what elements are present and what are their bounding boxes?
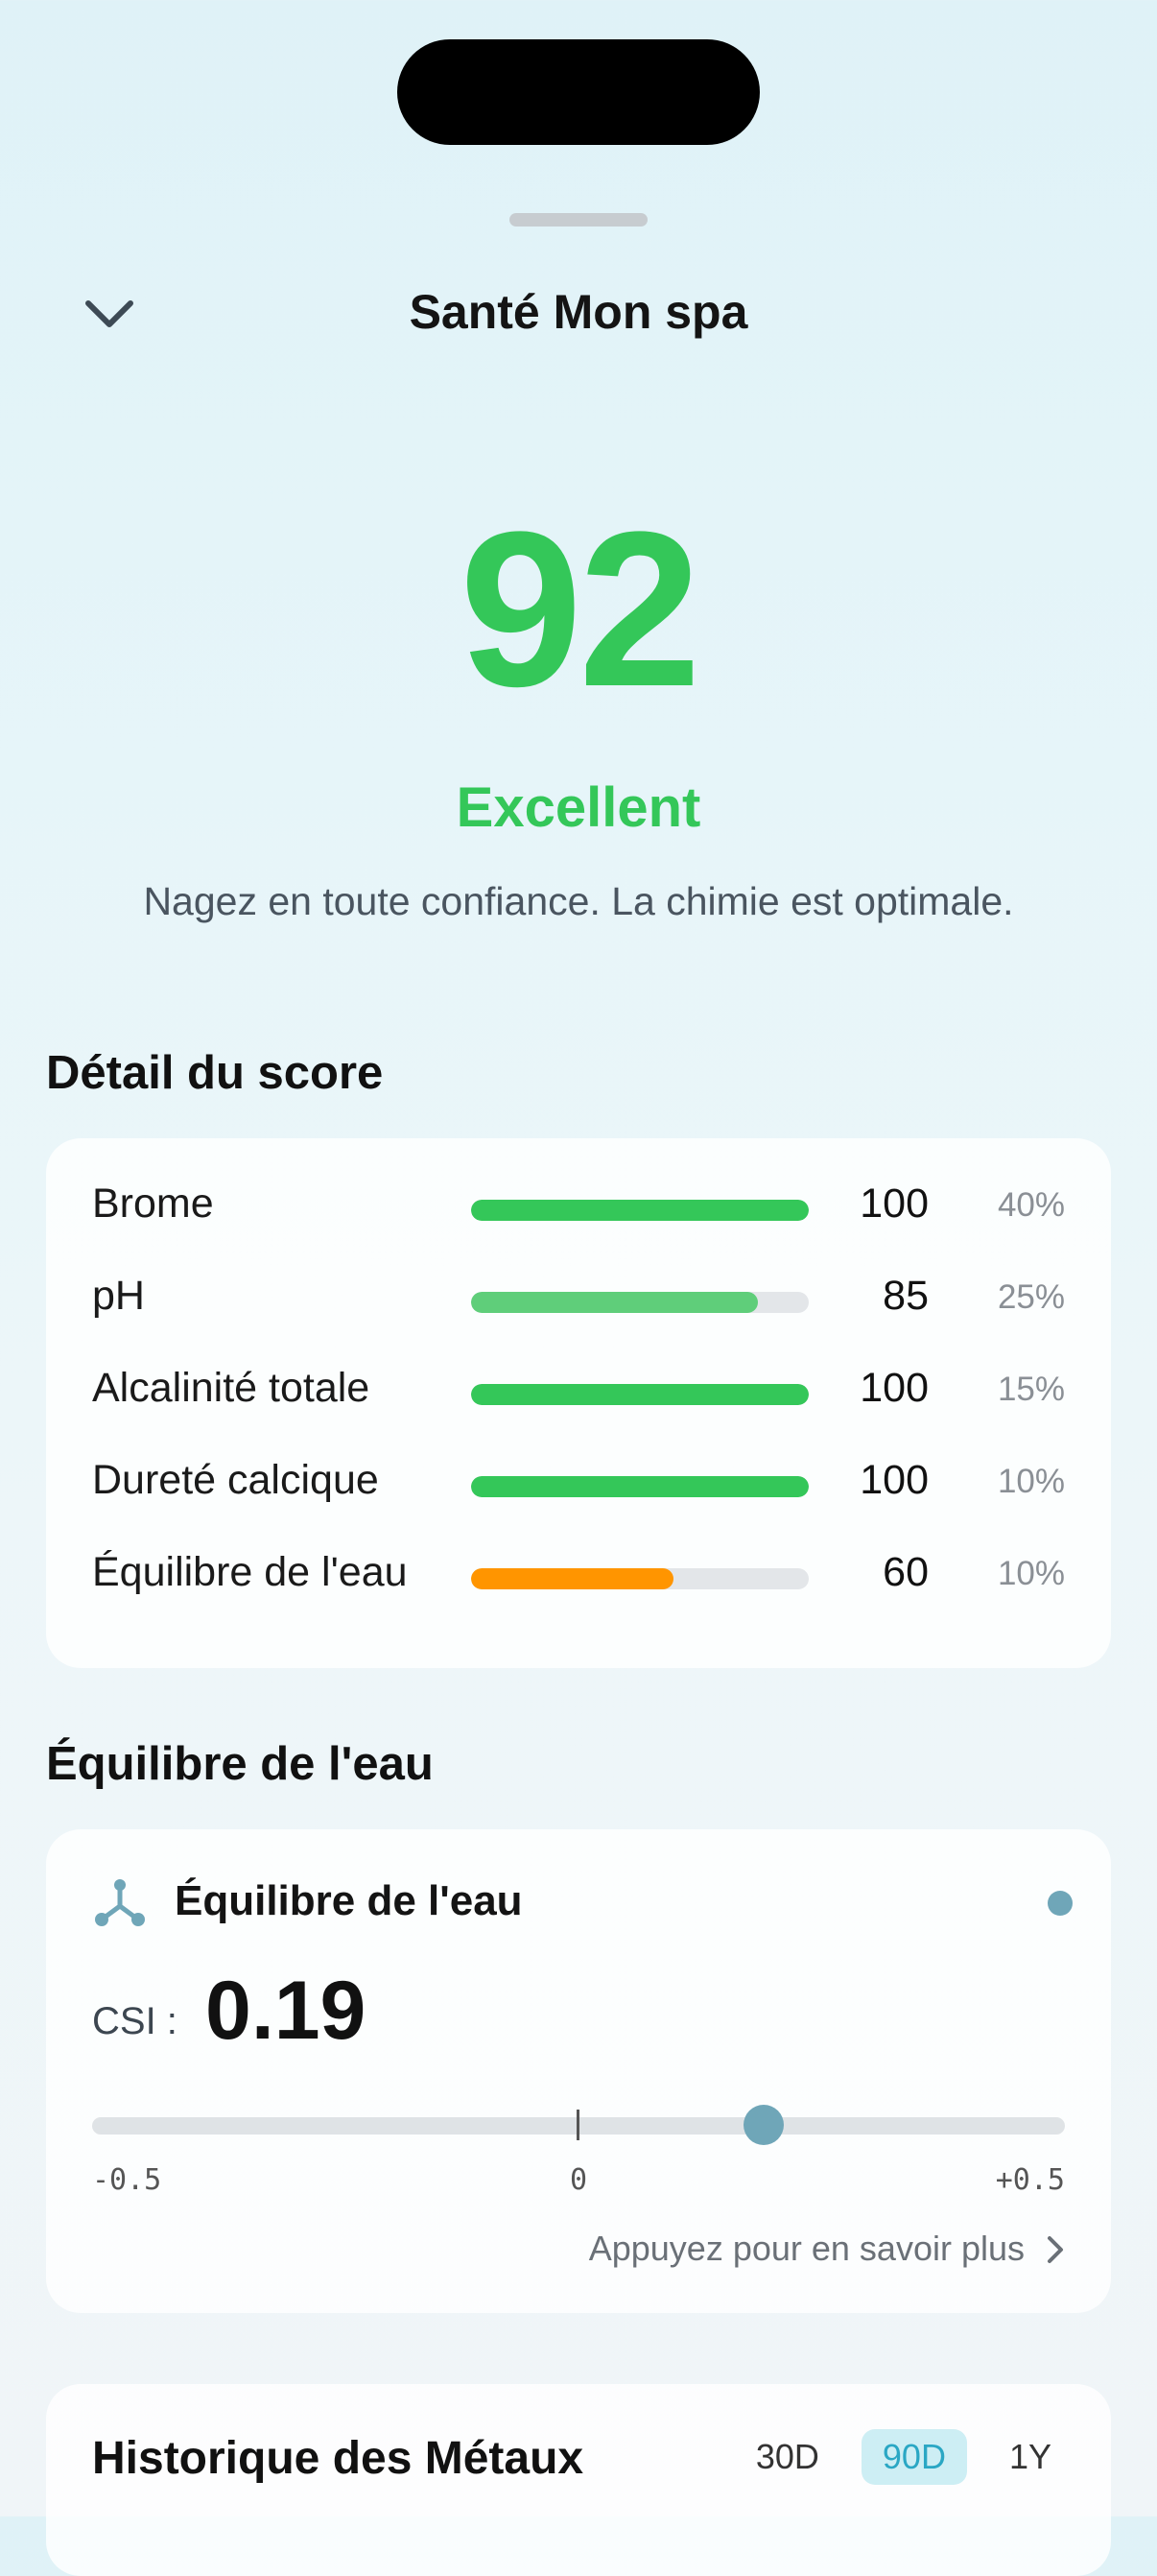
range-tab-90d[interactable]: 90D — [861, 2429, 967, 2485]
csi-indicator — [743, 2105, 784, 2145]
score-row-bar-fill — [471, 1292, 759, 1313]
score-row-weight: 10% — [997, 1463, 1065, 1500]
status-dot — [1048, 1891, 1073, 1916]
score-row-label: Brome — [92, 1181, 214, 1227]
score-row-value: 100 — [860, 1181, 929, 1227]
score-row-value: 100 — [860, 1457, 929, 1503]
page-title: Santé Mon spa — [409, 285, 748, 339]
metals-history-title: Historique des Métaux — [92, 2433, 584, 2484]
score-row-bar — [471, 1476, 809, 1497]
health-message: Nagez en toute confiance. La chimie est … — [143, 879, 1014, 923]
csi-value: 0.19 — [205, 1965, 366, 2057]
score-row-bar — [471, 1200, 809, 1221]
score-row-bar — [471, 1568, 809, 1589]
score-row-bar-fill — [471, 1384, 809, 1405]
metals-history-card: Historique des Métaux 30D 90D 1Y — [46, 2384, 1111, 2576]
score-row-label: Alcalinité totale — [92, 1365, 370, 1411]
score-row-weight: 15% — [997, 1371, 1065, 1408]
sheet-grabber[interactable] — [509, 213, 648, 227]
score-row-label: Équilibre de l'eau — [92, 1549, 408, 1595]
dynamic-island — [397, 39, 760, 145]
score-row-bar-fill — [471, 1476, 809, 1497]
score-row-bar-fill — [471, 1200, 809, 1221]
score-detail-heading: Détail du score — [46, 1047, 384, 1099]
score-detail-card: Brome 100 40% pH 85 25% Alcalinité totale 100 15… — [46, 1138, 1111, 1668]
csi-label: CSI : — [92, 2000, 177, 2042]
learn-more-link[interactable]: Appuyez pour en savoir plus — [589, 2229, 1025, 2269]
health-score-value: 92 — [460, 486, 701, 732]
csi-scale-zero-mark — [577, 2110, 579, 2140]
chevron-right-icon — [1040, 2230, 1069, 2269]
score-row: Alcalinité totale 100 15% — [46, 1365, 1111, 1422]
range-tab-30d[interactable]: 30D — [735, 2429, 840, 2485]
csi-scale-max: +0.5 — [995, 2163, 1065, 2197]
water-balance-card-title: Équilibre de l'eau — [175, 1877, 523, 1924]
score-row: pH 85 25% — [46, 1273, 1111, 1330]
score-row-value: 60 — [883, 1549, 929, 1595]
score-row-value: 100 — [860, 1365, 929, 1411]
molecule-icon — [94, 1877, 146, 1929]
score-row-weight: 10% — [997, 1555, 1065, 1592]
range-tab-1y[interactable]: 1Y — [988, 2429, 1073, 2485]
score-row-bar — [471, 1292, 809, 1313]
score-row-value: 85 — [883, 1273, 929, 1319]
score-row: Brome 100 40% — [46, 1181, 1111, 1238]
csi-scale-mid: 0 — [570, 2163, 588, 2197]
range-selector: 30D 90D 1Y — [735, 2428, 1073, 2486]
water-balance-heading: Équilibre de l'eau — [46, 1738, 434, 1790]
score-row-bar — [471, 1384, 809, 1405]
score-row-weight: 25% — [997, 1278, 1065, 1316]
score-row-bar-fill — [471, 1568, 674, 1589]
water-balance-card[interactable]: Équilibre de l'eau CSI : 0.19 -0.5 0 +0.… — [46, 1829, 1111, 2313]
csi-scale-min: -0.5 — [92, 2163, 162, 2197]
health-rating: Excellent — [456, 776, 701, 839]
score-row: Équilibre de l'eau 60 10% — [46, 1549, 1111, 1607]
score-row-label: pH — [92, 1273, 145, 1319]
score-row: Dureté calcique 100 10% — [46, 1457, 1111, 1515]
score-row-weight: 40% — [997, 1186, 1065, 1224]
score-row-label: Dureté calcique — [92, 1457, 379, 1503]
